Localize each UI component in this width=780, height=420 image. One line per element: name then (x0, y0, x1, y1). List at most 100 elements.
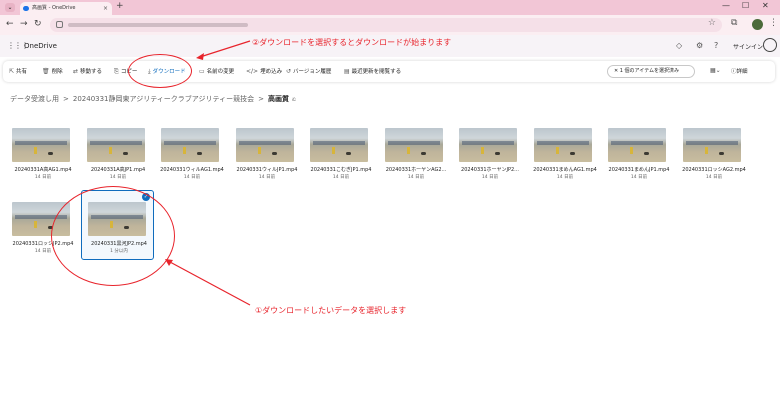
move-label: 移動する (80, 69, 103, 75)
file-name[interactable]: 20240331まめんJP1.mp4 (604, 166, 674, 173)
thumbnail-flag (481, 147, 484, 154)
history-icon: ↺ (286, 68, 292, 75)
video-thumbnail[interactable] (87, 128, 145, 162)
file-tile[interactable]: 20240331A高JP1.mp4 14 日前 (83, 128, 153, 188)
thumbnail-dog (495, 152, 500, 155)
breadcrumb-parent[interactable]: 20240331静岡東アジリティークラブアジリティー競技会 (73, 95, 254, 103)
file-tile[interactable]: 20240331ウィルJP1.mp4 14 日前 (232, 128, 302, 188)
thumbnail-flag (332, 147, 335, 154)
breadcrumb-separator: > (63, 95, 69, 103)
file-tile[interactable]: 20240331A高AG1.mp4 14 日前 (8, 128, 78, 188)
file-tile[interactable]: 20240331まめんAG1.mp4 14 日前 (530, 128, 600, 188)
file-tile[interactable]: 20240331ウィルAG1.mp4 14 日前 (157, 128, 227, 188)
thumbnail-banner (686, 141, 738, 145)
details-label: 詳細 (736, 69, 748, 75)
trash-icon: 🗑 (42, 68, 50, 75)
file-name[interactable]: 20240331ホーヤンJP2... (455, 166, 525, 173)
version-history-command[interactable]: ↺ バージョン履歴 (286, 67, 331, 75)
file-tile[interactable]: 20240331ホーヤンAG2... 14 日前 (381, 128, 451, 188)
details-command[interactable]: ⓘ詳細 (731, 67, 748, 75)
delete-label: 削除 (51, 69, 63, 75)
video-thumbnail[interactable] (310, 128, 368, 162)
file-tile[interactable]: 20240331こむぎJP1.mp4 14 日前 (306, 128, 376, 188)
file-name[interactable]: 20240331ウィルAG1.mp4 (157, 166, 227, 173)
thumbnail-dog (272, 152, 277, 155)
thumbnail-flag (705, 147, 708, 154)
thumbnail-dog (570, 152, 575, 155)
latest-news-command[interactable]: ▤ 最近更新を閲覧する (344, 67, 401, 75)
file-name[interactable]: 20240331A高JP1.mp4 (83, 166, 153, 173)
file-modified: 14 日前 (332, 175, 350, 180)
command-bar: ⇱ 共有 🗑 削除 ⇄ 移動する ⎘ コピー ⤓ ダウンロード ▭ 名前の変更 </> 埋め込… (3, 61, 775, 82)
file-tile[interactable]: 20240331ホーヤンJP2... 14 日前 (455, 128, 525, 188)
embed-label: 埋め込み (260, 69, 283, 75)
annotation-circle-file (51, 186, 175, 286)
file-name[interactable]: 20240331A高AG1.mp4 (8, 166, 78, 173)
thumbnail-flag (34, 221, 37, 228)
video-thumbnail[interactable] (534, 128, 592, 162)
embed-icon: </> (246, 68, 259, 75)
thumbnail-banner (537, 141, 589, 145)
thumbnail-flag (34, 147, 37, 154)
share-label: 共有 (16, 69, 28, 75)
video-thumbnail[interactable] (12, 128, 70, 162)
thumbnail-flag (258, 147, 261, 154)
rename-command[interactable]: ▭ 名前の変更 (199, 67, 234, 75)
breadcrumb-current: 高画質 (267, 95, 289, 103)
thumbnail-flag (407, 147, 410, 154)
news-icon: ▤ (344, 68, 350, 75)
view-options-icon[interactable]: ▦⌄ (710, 67, 721, 74)
version-history-label: バージョン履歴 (293, 69, 332, 75)
file-name[interactable]: 20240331ホーヤンAG2... (381, 166, 451, 173)
thumbnail-flag (630, 147, 633, 154)
video-thumbnail[interactable] (161, 128, 219, 162)
file-modified: 14 日前 (481, 175, 499, 180)
thumbnail-banner (15, 141, 67, 145)
thumbnail-dog (719, 152, 724, 155)
thumbnail-flag (183, 147, 186, 154)
thumbnail-banner (164, 141, 216, 145)
thumbnail-flag (556, 147, 559, 154)
video-thumbnail[interactable] (608, 128, 666, 162)
file-tile[interactable]: 20240331まめんJP1.mp4 14 日前 (604, 128, 674, 188)
share-command[interactable]: ⇱ 共有 (9, 67, 27, 75)
breadcrumb-root[interactable]: データ受渡し用 (10, 95, 59, 103)
file-name[interactable]: 20240331まめんAG1.mp4 (530, 166, 600, 173)
file-name[interactable]: 20240331ロッシAG2.mp4 (679, 166, 749, 173)
video-thumbnail[interactable] (683, 128, 741, 162)
thumbnail-banner (611, 141, 663, 145)
file-name[interactable]: 20240331こむぎJP1.mp4 (306, 166, 376, 173)
share-icon: ⇱ (9, 68, 15, 75)
thumbnail-dog (346, 152, 351, 155)
move-command[interactable]: ⇄ 移動する (73, 67, 102, 75)
embed-command[interactable]: </> 埋め込み (246, 67, 282, 75)
arrow-to-download (199, 40, 251, 58)
thumbnail-banner (462, 141, 514, 145)
file-name[interactable]: 20240331ウィルJP1.mp4 (232, 166, 302, 173)
thumbnail-banner (239, 141, 291, 145)
thumbnail-dog (197, 152, 202, 155)
file-tile[interactable]: 20240331ロッシAG2.mp4 14 日前 (679, 128, 749, 188)
video-thumbnail[interactable] (459, 128, 517, 162)
annotation-step1: ①ダウンロードしたいデータを選択します (255, 306, 407, 315)
delete-command[interactable]: 🗑 削除 (42, 67, 63, 75)
move-icon: ⇄ (73, 68, 79, 75)
arrowhead-download (196, 53, 204, 60)
file-modified: 14 日前 (705, 175, 723, 180)
copy-icon: ⎘ (114, 68, 119, 75)
thumbnail-banner (90, 141, 142, 145)
selection-label: 1 個のアイテムを選択済み (619, 68, 680, 74)
file-modified: 14 日前 (407, 175, 425, 180)
thumbnail-dog (421, 152, 426, 155)
arrow-to-file (169, 261, 251, 306)
file-modified: 14 日前 (556, 175, 574, 180)
breadcrumb: データ受渡し用 >20240331静岡東アジリティークラブアジリティー競技会 > 高画… (10, 94, 296, 104)
video-thumbnail[interactable] (385, 128, 443, 162)
shared-folder-icon[interactable]: ಏ (292, 96, 296, 103)
rename-label: 名前の変更 (206, 69, 235, 75)
rename-icon: ▭ (199, 68, 205, 75)
breadcrumb-separator: > (258, 95, 264, 103)
selection-status-pill[interactable]: ✕ 1 個のアイテムを選択済み (607, 65, 695, 78)
video-thumbnail[interactable] (236, 128, 294, 162)
file-modified: 14 日前 (258, 175, 276, 180)
